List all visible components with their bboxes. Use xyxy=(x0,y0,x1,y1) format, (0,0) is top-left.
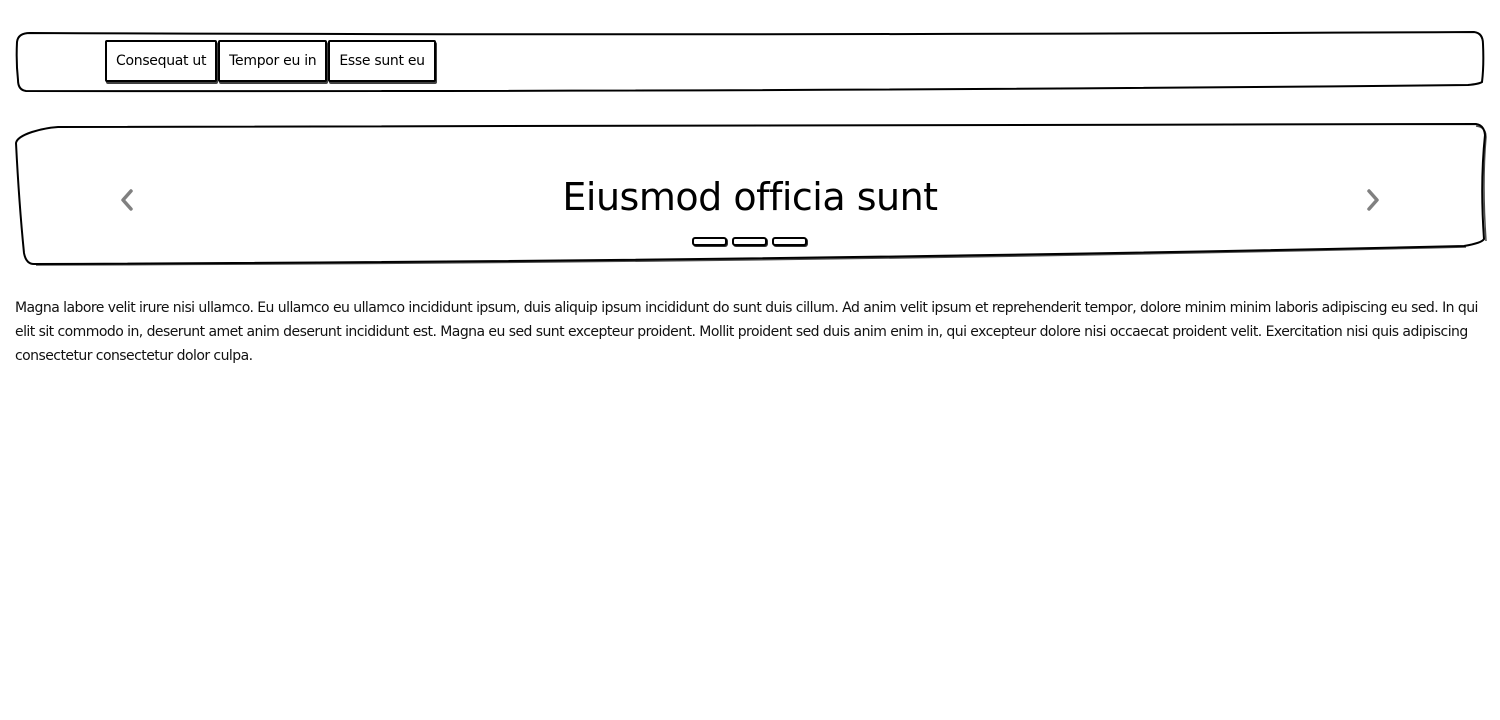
nav-item-label: Consequat ut xyxy=(116,53,207,69)
carousel: Eiusmod officia sunt xyxy=(14,122,1487,267)
carousel-next-button[interactable] xyxy=(1361,187,1385,213)
nav-item-label: Esse sunt eu xyxy=(339,53,425,69)
carousel-slide-title: Eiusmod officia sunt xyxy=(562,175,938,219)
carousel-indicators xyxy=(692,237,807,246)
nav-item-consequat-ut[interactable]: Consequat ut xyxy=(105,40,218,82)
nav-item-esse-sunt-eu[interactable]: Esse sunt eu xyxy=(328,40,436,82)
nav-item-label: Tempor eu in xyxy=(229,53,317,69)
carousel-indicator-3[interactable] xyxy=(772,237,807,246)
carousel-indicator-1[interactable] xyxy=(692,237,727,246)
carousel-indicator-2[interactable] xyxy=(732,237,767,246)
top-navbar: Consequat ut Tempor eu in Esse sunt eu xyxy=(15,30,1485,93)
chevron-right-icon xyxy=(1367,189,1379,211)
nav-items: Consequat ut Tempor eu in Esse sunt eu xyxy=(105,40,436,82)
body-paragraph: Magna labore velit irure nisi ullamco. E… xyxy=(15,300,1478,364)
nav-item-tempor-eu-in[interactable]: Tempor eu in xyxy=(218,40,328,82)
